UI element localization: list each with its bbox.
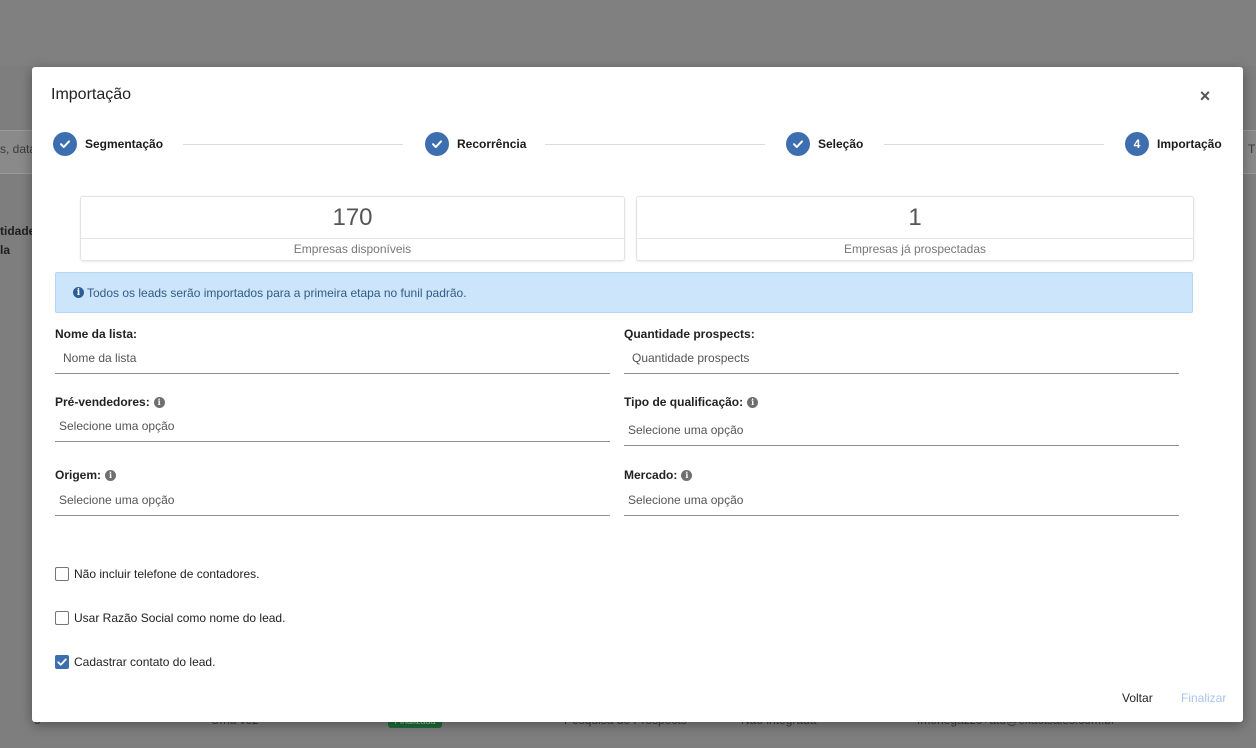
step-selecao[interactable]: Seleção — [786, 131, 863, 157]
quantity-label-text: Quantidade prospects: — [624, 327, 755, 341]
stepper-connector — [545, 144, 765, 145]
check-icon — [425, 132, 449, 156]
market-label-text: Mercado: — [624, 468, 678, 482]
use-company-name-label[interactable]: Usar Razão Social como nome do lead. — [74, 611, 285, 625]
pre-sellers-label: Pré-vendedores: i — [55, 395, 165, 409]
step-label: Recorrência — [457, 137, 527, 151]
origin-selected[interactable]: Selecione uma opção — [55, 485, 610, 515]
step-label: Importação — [1157, 137, 1222, 151]
step-label: Seleção — [818, 137, 864, 151]
market-select[interactable]: Selecione uma opção — [624, 485, 1179, 516]
finish-button[interactable]: Finalizar — [1181, 691, 1226, 705]
modal-title: Importação — [51, 86, 132, 103]
step-label: Segmentação — [85, 137, 164, 151]
register-contact-checkbox[interactable] — [55, 655, 69, 669]
quantity-label: Quantidade prospects: — [624, 327, 755, 341]
origin-label: Origem: i — [55, 468, 117, 482]
register-contact-label[interactable]: Cadastrar contato do lead. — [74, 655, 215, 669]
pre-sellers-label-text: Pré-vendedores: — [55, 395, 150, 409]
import-modal: Importação × Segmentação Recorrência Sel… — [32, 67, 1243, 722]
step-recorrencia[interactable]: Recorrência — [425, 131, 526, 157]
stepper-connector — [183, 144, 403, 145]
info-icon[interactable]: i — [105, 469, 117, 481]
use-company-name-checkbox[interactable] — [55, 611, 69, 625]
use-company-name-option[interactable]: Usar Razão Social como nome do lead. — [55, 611, 285, 625]
qualification-selected[interactable]: Selecione uma opção — [624, 415, 1179, 445]
no-accountant-phone-checkbox[interactable] — [55, 567, 69, 581]
info-alert: i Todos os leads serão importados para a… — [55, 272, 1193, 313]
qualification-label: Tipo de qualificação: i — [624, 395, 759, 409]
list-name-field[interactable] — [55, 343, 610, 374]
market-selected[interactable]: Selecione uma opção — [624, 485, 1179, 515]
check-icon — [53, 132, 77, 156]
pre-sellers-select[interactable]: Selecione uma opção — [55, 411, 610, 442]
list-name-label-text: Nome da lista: — [55, 327, 138, 341]
qualification-select[interactable]: Selecione uma opção — [624, 415, 1179, 446]
background-column-fragment: la — [0, 243, 11, 257]
quantity-input[interactable] — [624, 343, 1179, 373]
alert-text: Todos os leads serão importados para a p… — [87, 285, 467, 300]
qualification-label-text: Tipo de qualificação: — [624, 395, 744, 409]
info-circle-icon: i — [73, 287, 84, 298]
list-name-input[interactable] — [55, 343, 610, 373]
background-search-fragment: s, data — [0, 142, 37, 156]
step-number: 4 — [1125, 132, 1149, 156]
no-accountant-phone-label[interactable]: Não incluir telefone de contadores. — [74, 567, 259, 581]
origin-select[interactable]: Selecione uma opção — [55, 485, 610, 516]
no-accountant-phone-option[interactable]: Não incluir telefone de contadores. — [55, 567, 259, 581]
background-column-fragment: tidade — [0, 224, 36, 238]
background-right-fragment: T — [1248, 142, 1256, 156]
step-segmentacao[interactable]: Segmentação — [53, 131, 163, 157]
origin-label-text: Origem: — [55, 468, 102, 482]
stepper-connector — [884, 144, 1104, 145]
check-icon — [786, 132, 810, 156]
step-importacao[interactable]: 4 Importação — [1125, 131, 1222, 157]
prospected-companies-label: Empresas já prospectadas — [843, 242, 987, 256]
info-icon[interactable]: i — [747, 396, 759, 408]
back-button[interactable]: Voltar — [1122, 691, 1153, 705]
info-icon[interactable]: i — [681, 469, 693, 481]
pre-sellers-selected[interactable]: Selecione uma opção — [55, 411, 610, 441]
info-icon[interactable]: i — [153, 396, 165, 408]
quantity-field[interactable] — [624, 343, 1179, 374]
prospected-companies-count: 1 — [637, 197, 1193, 239]
available-companies-card: 170 Empresas disponíveis — [80, 196, 625, 261]
checkmark-icon — [57, 658, 67, 666]
market-label: Mercado: i — [624, 468, 693, 482]
available-companies-label: Empresas disponíveis — [293, 242, 412, 256]
list-name-label: Nome da lista: — [55, 327, 137, 341]
close-icon[interactable]: × — [1192, 83, 1218, 109]
prospected-companies-card: 1 Empresas já prospectadas — [636, 196, 1194, 261]
register-contact-option[interactable]: Cadastrar contato do lead. — [55, 655, 215, 669]
available-companies-count: 170 — [81, 197, 624, 239]
